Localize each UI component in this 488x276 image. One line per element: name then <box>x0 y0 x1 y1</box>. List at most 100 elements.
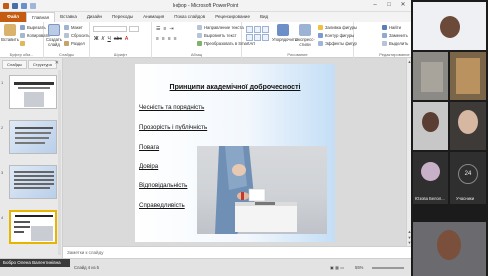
editing-group: Найти Заменить Выделить Редактирование <box>354 22 411 58</box>
layout-button[interactable]: Макет <box>64 25 83 30</box>
new-slide-button[interactable]: Создать слайд <box>45 22 63 47</box>
font-group-label: Шрифт <box>113 52 128 57</box>
shape-fill-button[interactable]: Заливка фигуры <box>318 25 357 30</box>
participant-tile[interactable] <box>413 222 486 276</box>
ribbon: Вставить Вырезать Копировать Буфер обм..… <box>0 22 411 58</box>
slide-bullet[interactable]: Чесність та порядність <box>139 104 204 111</box>
reading-view-icon[interactable]: ▭ <box>340 265 344 270</box>
shape-gallery-item[interactable] <box>254 34 261 41</box>
more-participants-tile[interactable]: 24 Учасники <box>450 152 486 204</box>
participant-tile[interactable] <box>413 102 448 150</box>
participant-tile[interactable] <box>450 102 486 150</box>
slide-thumbnail[interactable] <box>9 165 57 199</box>
tab-transitions[interactable]: Переходы <box>107 12 138 22</box>
participant-tile[interactable] <box>450 52 486 100</box>
slide-thumbnail[interactable] <box>9 75 57 109</box>
select-button[interactable]: Выделить <box>382 41 408 46</box>
align-text-button[interactable]: Выровнять текст <box>197 33 237 38</box>
sorter-view-icon[interactable]: ▦ <box>335 265 339 270</box>
tab-design[interactable]: Дизайн <box>82 12 107 22</box>
participant-video <box>440 16 460 38</box>
shape-gallery-item[interactable] <box>254 26 261 33</box>
tab-insert[interactable]: Вставка <box>55 12 82 22</box>
window-title: Інфор - Microsoft PowerPoint <box>172 3 239 9</box>
align-center-icon[interactable]: ≡ <box>162 36 165 42</box>
normal-view-icon[interactable]: ▣ <box>330 265 334 270</box>
text-direction-button[interactable]: Направление текста <box>197 25 244 30</box>
maximize-button[interactable]: □ <box>383 2 395 9</box>
participant-tile[interactable] <box>413 52 448 100</box>
participant-name: Юзова Белол... <box>415 196 445 201</box>
paste-button[interactable]: Вставить <box>1 22 19 42</box>
shape-outline-button[interactable]: Контур фигуры <box>318 33 354 38</box>
thumbnail-scrollbar[interactable] <box>58 70 61 255</box>
align-right-icon[interactable]: ≡ <box>168 36 171 42</box>
slide-bullet[interactable]: Довіра <box>139 163 158 170</box>
shape-effects-button[interactable]: Эффекты фигур <box>318 41 357 46</box>
find-button[interactable]: Найти <box>382 25 401 30</box>
slide-bullet[interactable]: Справедливість <box>139 202 185 209</box>
bold-button[interactable]: Ж <box>94 36 99 42</box>
replace-button[interactable]: Заменить <box>382 33 408 38</box>
align-text-icon <box>197 33 202 38</box>
tab-slideshow[interactable]: Показ слайдов <box>169 12 210 22</box>
strike-button[interactable]: abc <box>114 36 122 42</box>
font-color-icon[interactable]: A <box>125 36 128 42</box>
bullets-icon[interactable]: ☰ <box>156 26 160 32</box>
underline-button[interactable]: Ч <box>107 36 110 42</box>
zoom-level[interactable]: 55% <box>355 265 363 270</box>
tab-outline[interactable]: Структура <box>27 60 57 69</box>
format-painter-button[interactable] <box>20 41 25 46</box>
select-icon <box>382 41 387 46</box>
replace-label: Заменить <box>389 33 408 38</box>
close-button[interactable]: ✕ <box>397 2 409 9</box>
tab-view[interactable]: Вид <box>255 12 273 22</box>
slide-bullet[interactable]: Прозорість і публічність <box>139 124 207 131</box>
section-button[interactable]: Раздел <box>64 41 85 46</box>
paragraph-group: ☰ ≡ ⇥ ≡ ≡ ≡ ≡ Направление текста Выровня… <box>152 22 255 58</box>
numbering-icon[interactable]: ≡ <box>163 26 166 32</box>
quick-styles-button[interactable]: Экспресс-стили <box>294 22 316 47</box>
tab-home[interactable]: Главная <box>25 12 56 22</box>
indent-icon[interactable]: ⇥ <box>169 26 173 32</box>
notes-pane[interactable]: Заметки к слайду <box>63 246 411 258</box>
shape-gallery-item[interactable] <box>262 26 269 33</box>
tab-file[interactable]: Файл <box>0 12 26 22</box>
italic-button[interactable]: К <box>102 36 105 42</box>
copy-icon <box>20 33 25 38</box>
thumb-text-line <box>14 179 54 181</box>
font-size-box[interactable] <box>129 26 139 32</box>
title-bar: Інфор - Microsoft PowerPoint – □ ✕ <box>0 0 411 12</box>
close-icon[interactable]: ✕ <box>55 60 59 66</box>
scissors-icon <box>20 25 25 30</box>
align-left-icon[interactable]: ≡ <box>156 36 159 42</box>
slide-title[interactable]: Принципи академічної доброчесності <box>135 84 335 91</box>
justify-icon[interactable]: ≡ <box>174 36 177 42</box>
slide-photo[interactable] <box>197 146 327 234</box>
participant-tile[interactable] <box>413 2 486 50</box>
slide-bullet[interactable]: Відповідальність <box>139 182 187 189</box>
minimize-button[interactable]: – <box>369 2 381 9</box>
paste-label: Вставить <box>1 37 19 42</box>
status-bar: Бобро Олена Валентинівна Слайд 4 из 5 ▣ … <box>0 258 411 276</box>
shape-gallery-item[interactable] <box>246 34 253 41</box>
editing-group-label: Редактирование <box>379 52 410 57</box>
font-format-buttons: Ж К Ч abc A <box>94 36 128 42</box>
font-name-box[interactable] <box>93 26 127 32</box>
shape-gallery-item[interactable] <box>262 34 269 41</box>
paste-icon <box>4 24 16 36</box>
zoom-slider[interactable] <box>372 267 404 269</box>
slide-bullet[interactable]: Повага <box>139 144 159 151</box>
tab-review[interactable]: Рецензирование <box>210 12 255 22</box>
slide-thumbnail-selected[interactable] <box>9 210 57 244</box>
thumb-text-line <box>14 183 54 185</box>
shape-gallery-item[interactable] <box>246 26 253 33</box>
cut-button[interactable]: Вырезать <box>20 25 46 30</box>
reset-button[interactable]: Сбросить <box>64 33 90 38</box>
participant-tile[interactable]: Юзова Белол... <box>413 152 448 204</box>
slide-thumbnail[interactable] <box>9 120 57 154</box>
current-slide[interactable]: Принципи академічної доброчесності Чесні… <box>135 64 335 242</box>
tab-animations[interactable]: Анимация <box>138 12 169 22</box>
tab-slides[interactable]: Слайды <box>2 60 27 69</box>
arrange-button[interactable]: Упорядочить <box>272 22 297 42</box>
